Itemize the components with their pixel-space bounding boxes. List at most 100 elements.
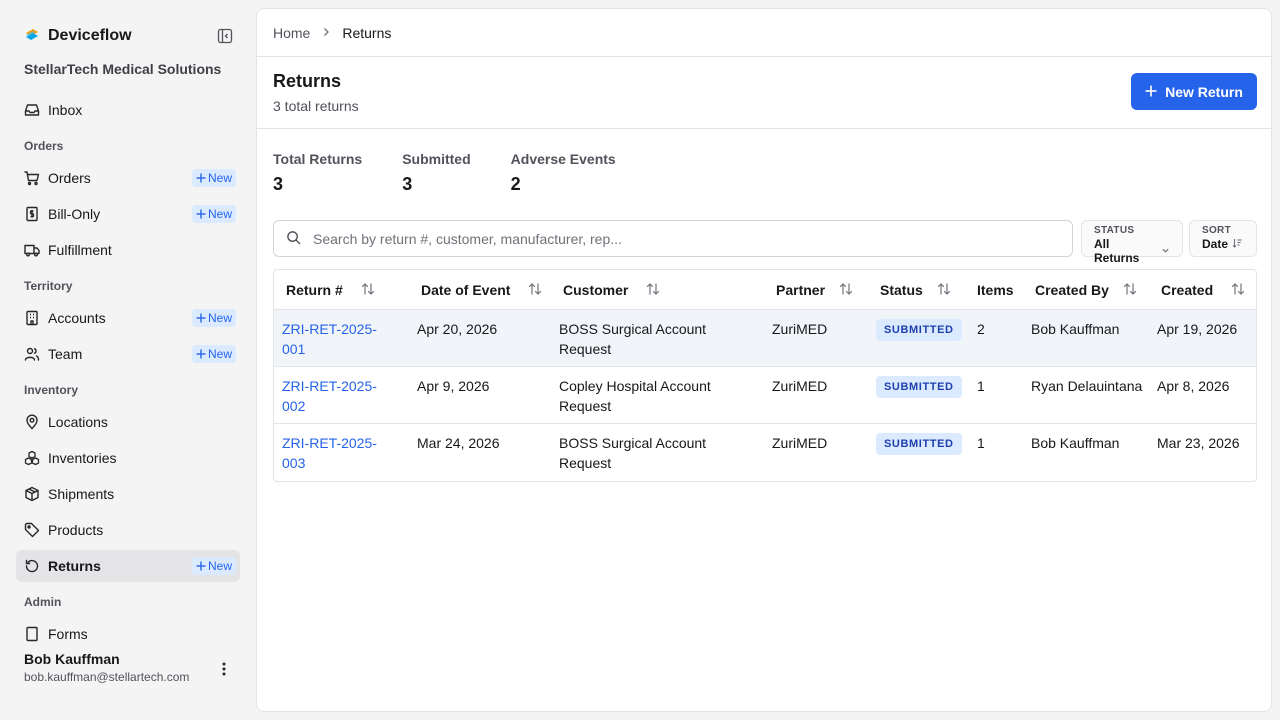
column-label: Status — [880, 282, 923, 298]
table-row[interactable]: ZRI-RET-2025- 001 Apr 20, 2026 BOSS Surg… — [274, 310, 1256, 367]
breadcrumb: Home Returns — [273, 25, 391, 41]
return-number-part: 001 — [282, 341, 306, 357]
items-cell: 2 — [977, 321, 985, 337]
search-input[interactable] — [313, 230, 1053, 247]
receipt-dollar-icon — [24, 206, 40, 222]
stats-row: Total Returns 3 Submitted 3 Adverse Even… — [273, 151, 616, 195]
nav-section-admin: Admin — [24, 595, 62, 609]
created-cell: Apr 8, 2026 — [1157, 378, 1230, 394]
return-number-part: ZRI-RET-2025- — [282, 378, 377, 394]
status-filter-dropdown[interactable]: STATUS All Returns — [1081, 220, 1183, 265]
new-team-member-button[interactable]: New — [191, 345, 236, 363]
sidebar-item-inbox[interactable]: Inbox — [16, 94, 240, 126]
status-cell: SUBMITTED — [876, 432, 962, 455]
search-box — [273, 220, 1073, 257]
return-number-part: 002 — [282, 398, 306, 414]
page-title: Returns — [273, 71, 342, 91]
customer-text: Request — [559, 341, 612, 357]
customer-cell: BOSS Surgical Account Request — [559, 433, 706, 473]
column-label: Return # — [286, 282, 343, 298]
sidebar-item-returns[interactable]: Returns New — [16, 550, 240, 582]
column-header-status[interactable]: Status — [880, 270, 951, 310]
return-number-link[interactable]: ZRI-RET-2025- 002 — [282, 376, 377, 416]
undo-history-icon — [24, 558, 40, 574]
return-number-part: ZRI-RET-2025- — [282, 321, 377, 337]
customer-text: BOSS Surgical Account — [559, 435, 707, 451]
boxes-icon — [24, 450, 40, 466]
column-header-created[interactable]: Created — [1161, 270, 1245, 310]
sidebar-item-shipments[interactable]: Shipments — [16, 478, 240, 510]
status-cell: SUBMITTED — [876, 318, 962, 341]
created-by-cell: Bob Kauffman — [1031, 435, 1120, 451]
new-order-button[interactable]: New — [191, 169, 236, 187]
stat-value: 2 — [510, 174, 521, 194]
return-number-part: 003 — [282, 455, 306, 471]
sort-arrows-icon — [528, 282, 542, 299]
new-return-sidebar-button[interactable]: New — [191, 557, 236, 575]
sidebar-item-label: Team — [48, 346, 83, 362]
sidebar-nav: Inbox Orders Orders New Bill-Only New Fu… — [16, 94, 240, 642]
date-of-event-cell: Apr 9, 2026 — [417, 378, 490, 394]
stat-submitted: Submitted 3 — [402, 151, 470, 195]
user-name: Bob Kauffman — [24, 651, 120, 667]
table-row[interactable]: ZRI-RET-2025- 002 Apr 9, 2026 Copley Hos… — [274, 367, 1256, 424]
chevron-right-icon — [320, 25, 332, 41]
column-header-return-no[interactable]: Return # — [286, 270, 375, 310]
status-badge: SUBMITTED — [876, 376, 962, 398]
brand[interactable]: Deviceflow — [24, 26, 132, 46]
new-return-button[interactable]: New Return — [1131, 73, 1257, 110]
sidebar-item-fulfillment[interactable]: Fulfillment — [16, 234, 240, 266]
status-badge: SUBMITTED — [876, 433, 962, 455]
stat-label: Adverse Events — [510, 151, 616, 167]
sidebar-item-label: Inbox — [48, 102, 83, 118]
sort-arrows-icon — [937, 282, 951, 299]
table-row[interactable]: ZRI-RET-2025- 003 Mar 24, 2026 BOSS Surg… — [274, 424, 1256, 481]
customer-text: Request — [559, 398, 612, 414]
sort-dropdown[interactable]: SORT Date — [1189, 220, 1257, 257]
stat-value: 3 — [402, 174, 413, 194]
sidebar-collapse-icon[interactable] — [216, 27, 234, 45]
column-header-date-of-event[interactable]: Date of Event — [421, 270, 542, 310]
nav-section-territory: Territory — [24, 279, 73, 293]
column-header-customer[interactable]: Customer — [563, 270, 660, 310]
more-vertical-icon[interactable] — [214, 659, 234, 679]
sidebar-item-products[interactable]: Products — [16, 514, 240, 546]
sidebar-item-label: Bill-Only — [48, 206, 101, 222]
divider — [257, 128, 1271, 129]
new-bill-only-button[interactable]: New — [191, 205, 236, 223]
sidebar-item-label: Inventories — [48, 450, 117, 466]
truck-icon — [24, 242, 40, 258]
sidebar-item-orders[interactable]: Orders New — [16, 162, 240, 194]
column-header-created-by[interactable]: Created By — [1035, 270, 1137, 310]
partner-cell: ZuriMED — [772, 321, 828, 337]
sidebar-item-team[interactable]: Team New — [16, 338, 240, 370]
sidebar-item-accounts[interactable]: Accounts New — [16, 302, 240, 334]
sidebar-item-bill-only[interactable]: Bill-Only New — [16, 198, 240, 230]
returns-table: Return # Date of Event Customer Partner … — [273, 269, 1257, 482]
new-label: New — [207, 559, 232, 573]
sidebar-item-label: Accounts — [48, 310, 106, 326]
customer-text: Request — [559, 455, 612, 471]
new-label: New — [207, 171, 232, 185]
created-by-cell: Ryan Delauintana — [1031, 378, 1143, 394]
breadcrumb-home-link[interactable]: Home — [273, 25, 310, 41]
sidebar-item-forms[interactable]: Forms — [16, 618, 240, 642]
return-number-link[interactable]: ZRI-RET-2025- 003 — [282, 433, 377, 473]
table-header: Return # Date of Event Customer Partner … — [274, 270, 1256, 310]
date-of-event-cell: Mar 24, 2026 — [417, 435, 500, 451]
sidebar-item-label: Orders — [48, 170, 91, 186]
return-number-part: ZRI-RET-2025- — [282, 435, 377, 451]
column-header-partner[interactable]: Partner — [776, 270, 853, 310]
customer-text: BOSS Surgical Account — [559, 321, 707, 337]
new-account-button[interactable]: New — [191, 309, 236, 327]
user-profile[interactable]: Bob Kauffman bob.kauffman@stellartech.co… — [24, 651, 240, 684]
sidebar-item-locations[interactable]: Locations — [16, 406, 240, 438]
return-number-link[interactable]: ZRI-RET-2025- 001 — [282, 319, 377, 359]
sidebar: Deviceflow StellarTech Medical Solutions… — [0, 0, 256, 720]
deviceflow-logo-icon — [24, 27, 40, 46]
partner-cell: ZuriMED — [772, 378, 828, 394]
items-cell: 1 — [977, 378, 985, 394]
created-cell: Mar 23, 2026 — [1157, 435, 1240, 451]
sidebar-item-inventories[interactable]: Inventories — [16, 442, 240, 474]
stat-label: Total Returns — [273, 151, 363, 167]
